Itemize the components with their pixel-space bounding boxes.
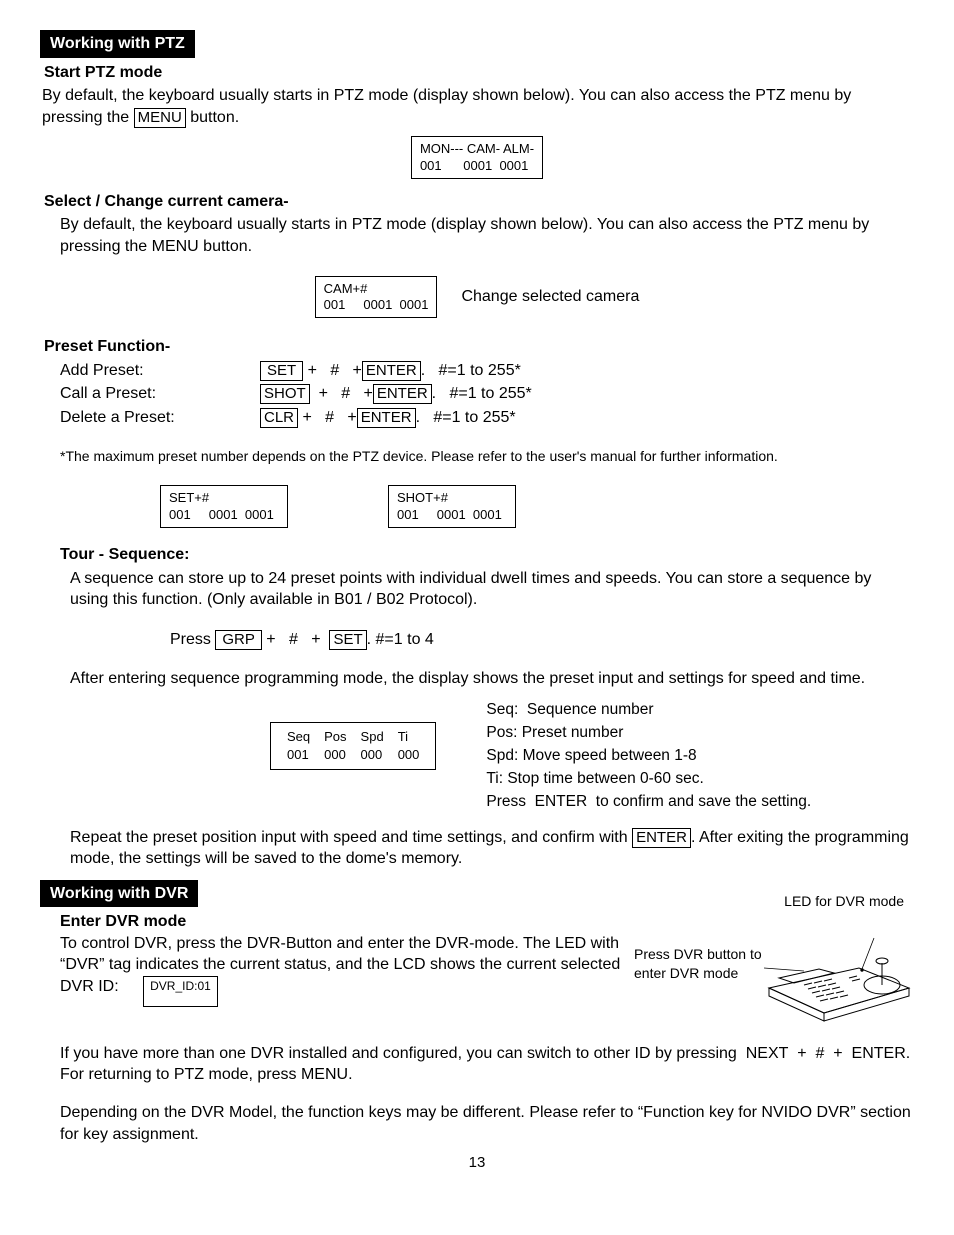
heading-start-ptz: Start PTZ mode [44, 62, 914, 84]
text: Press [170, 631, 215, 648]
lcd-display-cam: CAM+# 001 0001 0001 [315, 276, 438, 319]
heading-select-camera: Select / Change current camera- [44, 191, 914, 213]
heading-enter-dvr: Enter DVR mode [60, 911, 684, 933]
para-tour: A sequence can store up to 24 preset poi… [70, 568, 914, 611]
keycap-enter: ENTER [373, 384, 432, 404]
seq-col-head: Spd [355, 729, 390, 745]
keycap-menu: MENU [134, 108, 186, 128]
legend-spd: Spd: Move speed between 1-8 [486, 746, 811, 767]
text: . #=1 to 255* [432, 385, 532, 402]
label-press-dvr-2: enter DVR mode [634, 964, 764, 983]
label-led-dvr: LED for DVR mode [684, 880, 914, 911]
para-tour-repeat: Repeat the preset position input with sp… [70, 827, 914, 870]
seq-col-val: 000 [318, 747, 352, 763]
para-select-camera: By default, the keyboard usually starts … [60, 214, 914, 257]
heading-preset: Preset Function- [44, 336, 914, 358]
cmd-tour-press: Press GRP + # + SET. #=1 to 4 [170, 629, 914, 651]
text: + # + [262, 631, 330, 648]
seq-col-head: Pos [318, 729, 352, 745]
text: Repeat the preset position input with sp… [70, 829, 632, 846]
text: . #=1 to 255* [421, 362, 521, 379]
lcd-line: MON--- CAM- ALM- [420, 141, 534, 157]
keycap-enter: ENTER [362, 361, 421, 381]
keycap-set: SET [329, 630, 366, 650]
para-start-ptz: By default, the keyboard usually starts … [42, 85, 914, 128]
label-press-dvr-1: Press DVR button to [634, 945, 764, 964]
text: . #=1 to 4 [367, 631, 434, 648]
keycap-shot: SHOT [260, 384, 310, 404]
lcd-display-ptz-default: MON--- CAM- ALM- 001 0001 0001 [411, 136, 543, 179]
text: + # + [310, 385, 373, 402]
lcd-line: SHOT+# [397, 490, 507, 506]
keycap-enter: ENTER [357, 408, 416, 428]
keycap-enter: ENTER [632, 828, 691, 848]
lcd-line: 001 0001 0001 [420, 158, 534, 174]
section-header-ptz: Working with PTZ [40, 30, 195, 58]
label-delete-preset: Delete a Preset: [60, 407, 220, 429]
keyboard-controller-icon [764, 933, 914, 1023]
para-tour-after: After entering sequence programming mode… [70, 668, 914, 690]
label-call-preset: Call a Preset: [60, 383, 220, 405]
text: button. [186, 109, 239, 126]
lcd-line: 001 0001 0001 [169, 507, 279, 523]
section-header-dvr: Working with DVR [40, 880, 198, 908]
keycap-grp: GRP [215, 630, 262, 650]
keycap-set: SET [260, 361, 303, 381]
lcd-display-dvr-id: DVR_ID:01 [143, 976, 218, 1007]
seq-col-val: 001 [281, 747, 316, 763]
lcd-display-shot: SHOT+# 001 0001 0001 [388, 485, 516, 528]
para-dvr-switch: If you have more than one DVR installed … [60, 1043, 914, 1086]
lcd-display-seq: Seq Pos Spd Ti 001 000 000 000 [270, 722, 436, 771]
keycap-clr: CLR [260, 408, 298, 428]
para-dvr-enter: To control DVR, press the DVR-Button and… [60, 933, 634, 1007]
lcd-line: CAM+# [324, 281, 429, 297]
page-number: 13 [40, 1153, 914, 1173]
lcd-line: 001 0001 0001 [324, 297, 429, 313]
legend-ti: Ti: Stop time between 0-60 sec. [486, 769, 811, 790]
text: . #=1 to 255* [416, 409, 516, 426]
text: + # + [303, 362, 362, 379]
note-preset-max: *The maximum preset number depends on th… [60, 447, 914, 466]
label-change-camera: Change selected camera [461, 286, 639, 308]
legend-seq: Seq: Sequence number [486, 700, 811, 721]
seq-col-val: 000 [355, 747, 390, 763]
seq-col-head: Seq [281, 729, 316, 745]
heading-tour: Tour - Sequence: [60, 544, 914, 566]
label-add-preset: Add Preset: [60, 360, 220, 382]
legend-pos: Pos: Preset number [486, 723, 811, 744]
seq-col-head: Ti [392, 729, 426, 745]
lcd-line: SET+# [169, 490, 279, 506]
lcd-line: 001 0001 0001 [397, 507, 507, 523]
lcd-display-set: SET+# 001 0001 0001 [160, 485, 288, 528]
legend-press: Press ENTER to confirm and save the sett… [486, 792, 811, 813]
text: + # + [298, 409, 357, 426]
seq-col-val: 000 [392, 747, 426, 763]
para-dvr-model: Depending on the DVR Model, the function… [60, 1102, 914, 1145]
